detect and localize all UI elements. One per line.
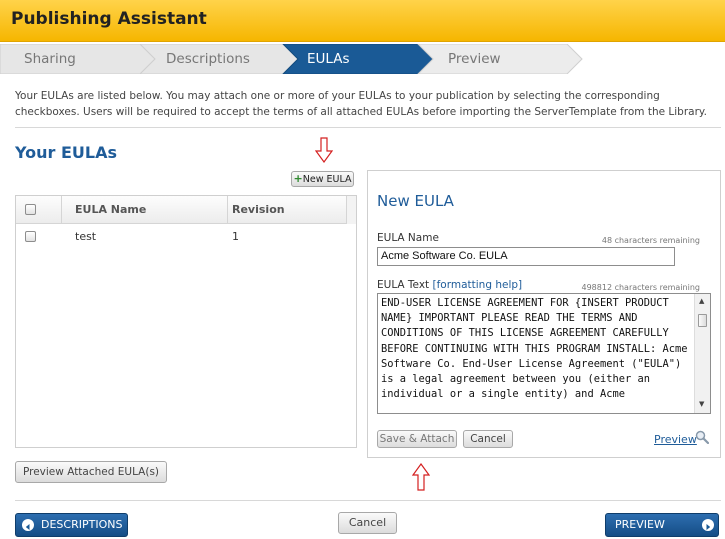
new-eula-panel: New EULA EULA Name 48 characters remaini… (367, 170, 721, 458)
wizard-steps-background (0, 44, 583, 74)
scroll-up-icon[interactable]: ▲ (699, 297, 704, 305)
save-attach-button[interactable]: Save & Attach (377, 430, 457, 448)
row-checkbox[interactable] (25, 231, 36, 242)
cancel-button[interactable]: Cancel (338, 512, 397, 534)
section-title: Your EULAs (15, 143, 117, 162)
table-scroll-header (346, 196, 356, 224)
step-descriptions[interactable]: Descriptions (166, 44, 250, 74)
step-sharing[interactable]: Sharing (24, 44, 76, 74)
eula-revision-cell: 1 (232, 230, 239, 243)
back-button-label: DESCRIPTIONS (41, 518, 123, 531)
annotation-arrow-down (315, 137, 333, 163)
column-header-revision[interactable]: Revision (232, 196, 285, 224)
step-eulas[interactable]: EULAs (307, 44, 350, 74)
new-eula-button[interactable]: +New EULA (291, 171, 354, 187)
text-characters-remaining: 498812 characters remaining (581, 283, 701, 292)
preview-link[interactable]: Preview (654, 433, 697, 446)
annotation-arrow-up (412, 463, 430, 491)
intro-text: Your EULAs are listed below. You may att… (15, 90, 707, 118)
eula-text-area[interactable]: END-USER LICENSE AGREEMENT FOR {INSERT P… (377, 293, 711, 414)
panel-title: New EULA (377, 192, 454, 210)
eula-name-cell: test (75, 230, 97, 243)
divider-bottom (15, 500, 721, 501)
formatting-help-link[interactable]: [formatting help] (433, 279, 523, 291)
magnifier-icon[interactable] (695, 430, 709, 444)
step-preview[interactable]: Preview (448, 44, 501, 74)
back-arrow-icon (22, 519, 34, 531)
eula-name-label: EULA Name (377, 232, 439, 244)
column-divider (227, 196, 228, 224)
column-divider (61, 196, 62, 224)
eula-text-label: EULA Text [formatting help] (377, 279, 522, 291)
plus-icon: + (293, 172, 303, 185)
wizard-steps: Sharing Descriptions EULAs Preview (0, 44, 725, 74)
preview-attached-button[interactable]: Preview Attached EULA(s) (15, 461, 167, 483)
name-characters-remaining: 48 characters remaining (601, 236, 700, 245)
table-header: EULA Name Revision (16, 196, 346, 224)
title-bar: Publishing Assistant (0, 0, 725, 42)
scroll-down-icon[interactable]: ▼ (699, 400, 704, 408)
next-preview-button[interactable]: PREVIEW (605, 513, 719, 537)
eula-table: EULA Name Revision test 1 (15, 195, 357, 448)
text-scrollbar[interactable]: ▲ ▼ (694, 294, 710, 413)
back-descriptions-button[interactable]: DESCRIPTIONS (15, 513, 128, 537)
window-title: Publishing Assistant (11, 9, 207, 29)
forward-arrow-icon (702, 519, 714, 531)
divider-top (15, 127, 721, 128)
new-eula-label: New EULA (302, 174, 352, 185)
scroll-thumb[interactable] (698, 314, 707, 327)
cancel-eula-button[interactable]: Cancel (463, 430, 513, 448)
eula-text-content: END-USER LICENSE AGREEMENT FOR {INSERT P… (381, 297, 694, 401)
eula-text-label-text: EULA Text (377, 279, 430, 291)
eula-name-input[interactable]: Acme Software Co. EULA (377, 247, 675, 266)
next-button-label: PREVIEW (615, 518, 665, 531)
column-header-name[interactable]: EULA Name (75, 196, 146, 224)
select-all-checkbox[interactable] (25, 204, 36, 215)
